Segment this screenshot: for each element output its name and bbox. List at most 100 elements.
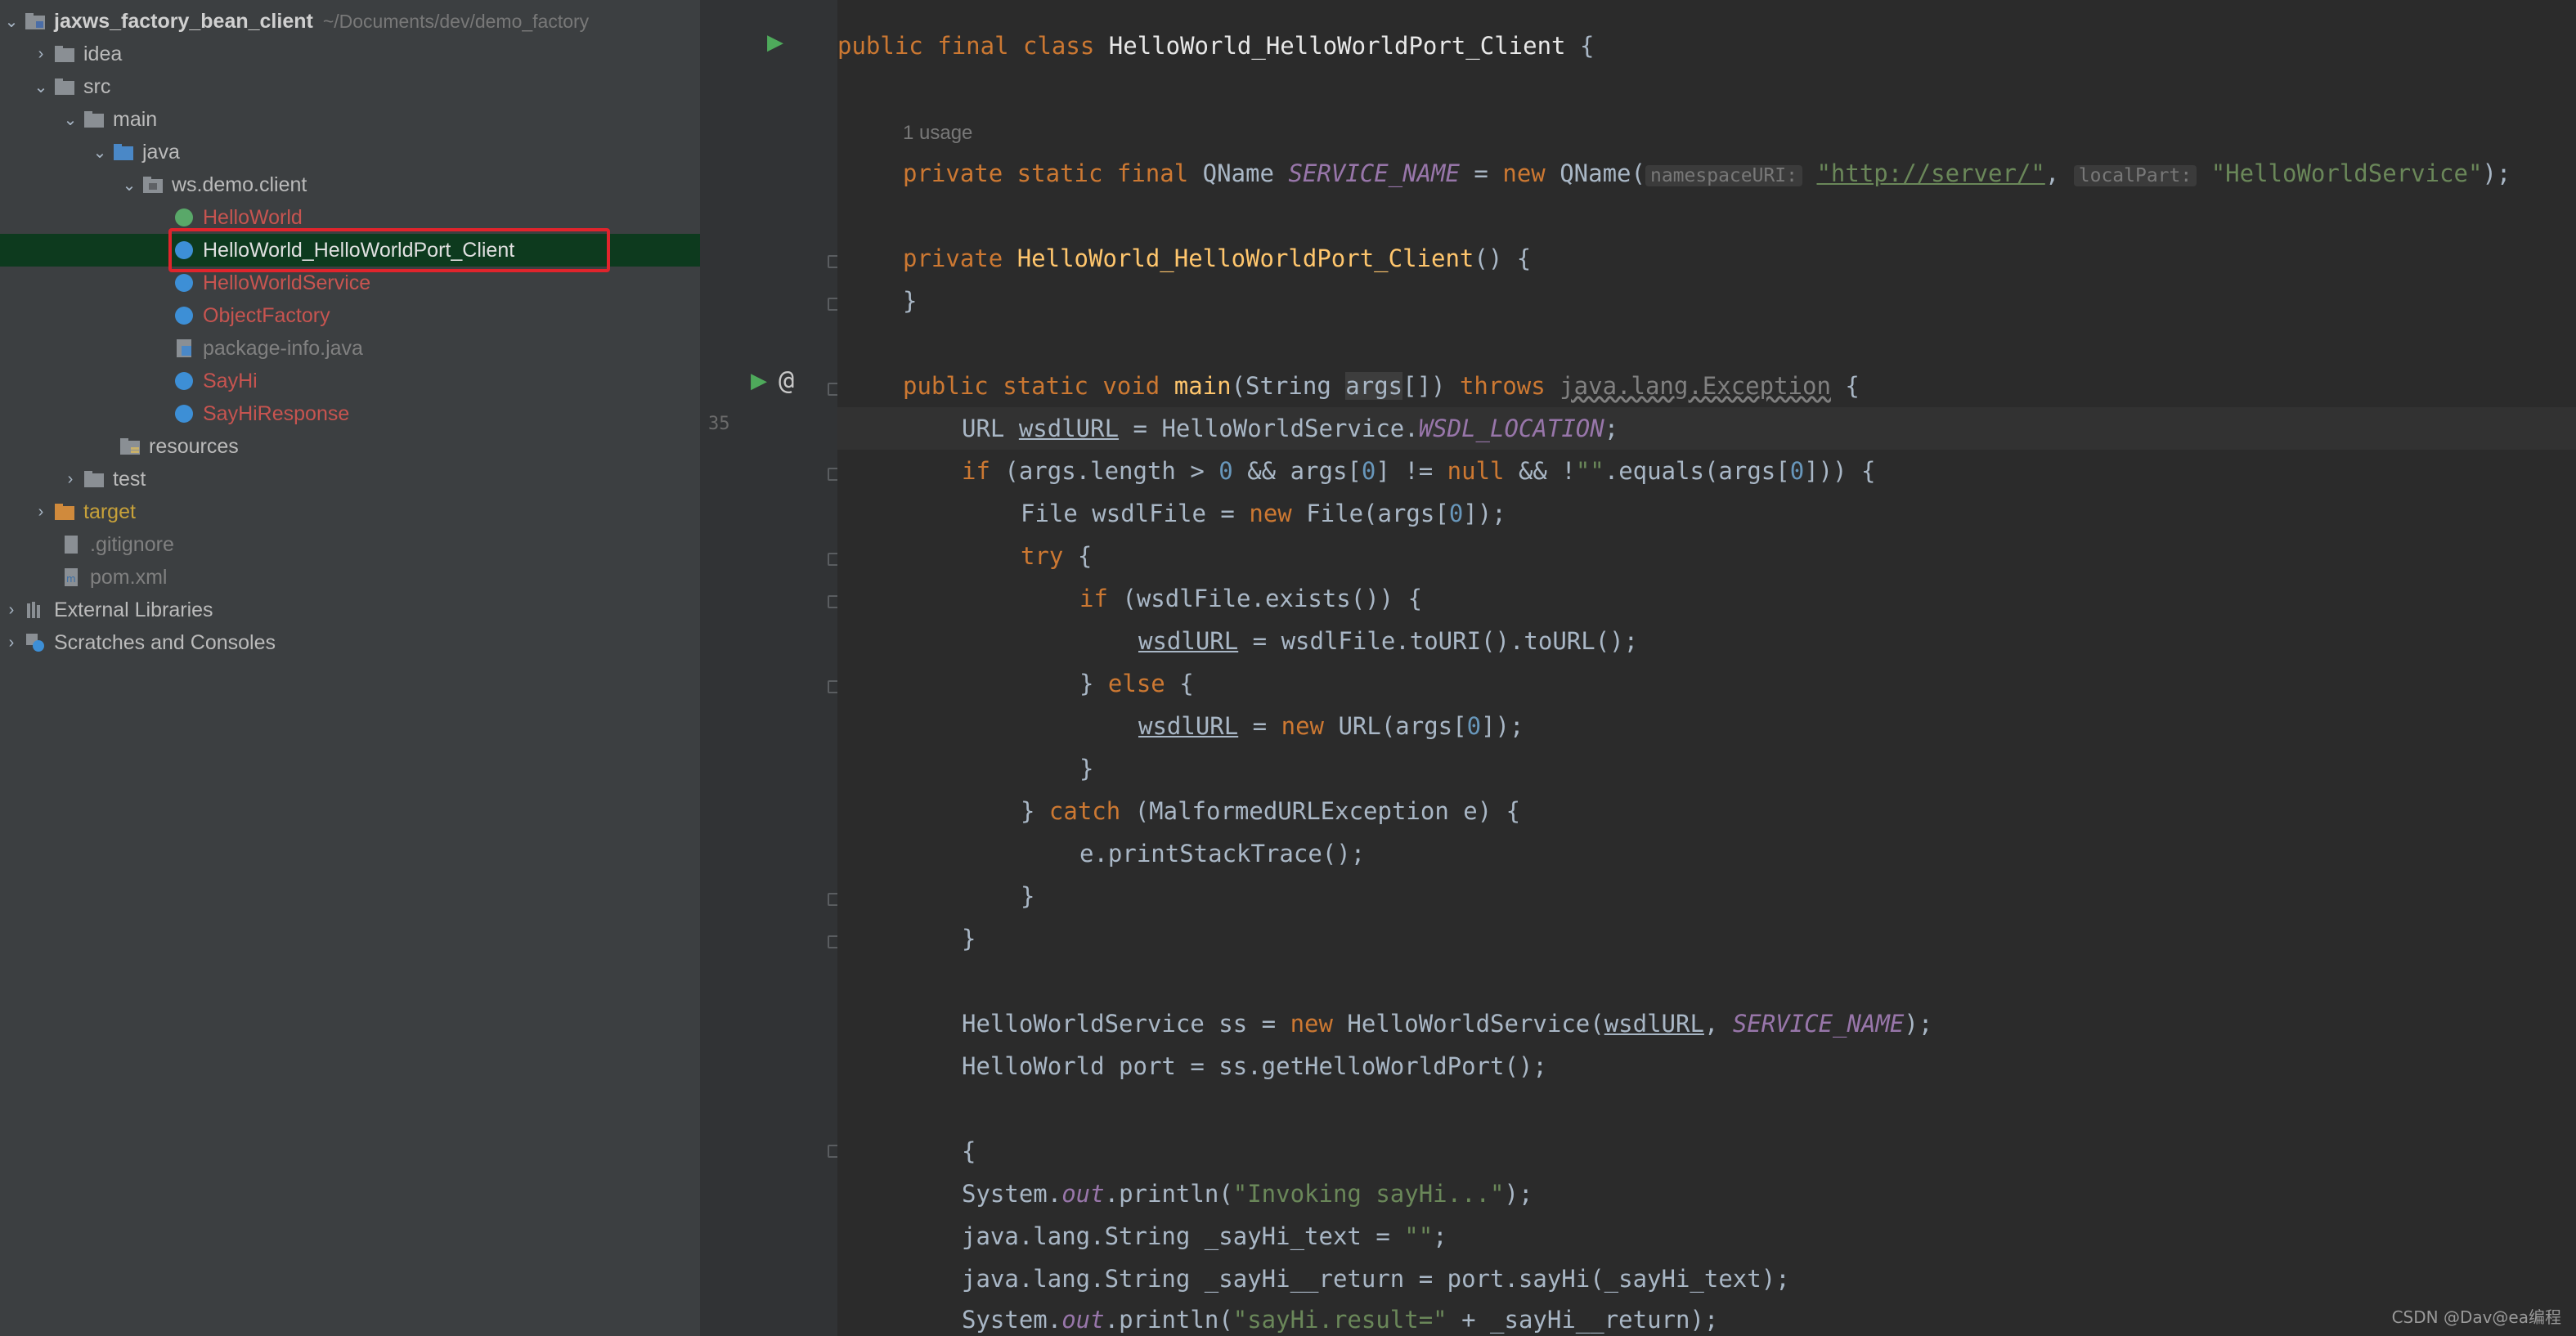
tree-root[interactable]: ⌄ jaxws_factory_bean_client ~/Documents/… (0, 5, 700, 38)
tree-item-label: resources (149, 434, 239, 458)
chevron-right-icon[interactable]: › (29, 503, 52, 522)
method-name: HelloWorld_HelloWorldPort_Client (1016, 244, 1474, 272)
variable: wsdlURL (1018, 415, 1120, 442)
static-field: out (1061, 1306, 1105, 1334)
implementation-marker-icon[interactable]: @ (779, 365, 794, 396)
tree-item-sayhiresponse[interactable]: SayHiResponse (0, 397, 700, 430)
tree-item-helloworld[interactable]: HelloWorld (0, 201, 700, 234)
tree-item-label: HelloWorld (203, 205, 303, 229)
chevron-down-icon[interactable]: ⌄ (59, 110, 82, 130)
resources-folder-icon (118, 434, 142, 459)
keyword: new (1249, 500, 1292, 527)
tree-item-label: pom.xml (90, 565, 168, 589)
code-token: File(args[ (1291, 500, 1449, 527)
code-token: java.lang.String _sayHi__return = port.s… (962, 1265, 1790, 1293)
chevron-right-icon[interactable]: › (0, 634, 23, 652)
class-icon (172, 369, 196, 393)
chevron-right-icon[interactable]: › (29, 45, 52, 64)
code-token: ); (1904, 1010, 1933, 1038)
code-line-close2: } (1021, 875, 2576, 917)
tree-item-test[interactable]: › test (0, 463, 700, 495)
code-token: + _sayHi__return); (1447, 1306, 1719, 1334)
string-literal: "HelloWorldService" (2210, 159, 2483, 187)
constant: SERVICE_NAME (1732, 1010, 1905, 1038)
run-class-icon[interactable]: ▶ (767, 29, 783, 55)
keyword: if (1079, 585, 1108, 612)
code-token: java.lang.String _sayHi_text = (962, 1222, 1405, 1250)
tree-item-src[interactable]: ⌄ src (0, 70, 700, 103)
variable: wsdlURL (1138, 627, 1239, 655)
number: 0 (1466, 712, 1482, 740)
code-line-field: private static final QName SERVICE_NAME … (903, 152, 2576, 195)
number: 0 (1789, 457, 1805, 485)
folder-icon (82, 107, 106, 132)
tree-item-main[interactable]: ⌄ main (0, 103, 700, 136)
tree-item-target[interactable]: › target (0, 495, 700, 528)
code-token: ; (1604, 415, 1619, 442)
code-token: java.lang.Exception (1560, 372, 1831, 400)
chevron-right-icon[interactable]: › (0, 601, 23, 620)
library-icon (23, 598, 47, 622)
tree-item-label: src (83, 74, 111, 98)
code-line-close1: } (1079, 747, 2576, 790)
keyword: else (1107, 670, 1165, 697)
tree-item-packageinfo[interactable]: package-info.java (0, 332, 700, 365)
tree-item-sayhi[interactable]: SayHi (0, 365, 700, 397)
string-literal: "Invoking sayHi..." (1232, 1180, 1505, 1208)
excluded-folder-icon (52, 500, 77, 524)
tree-item-resources[interactable]: resources (0, 430, 700, 463)
code-line-else: } else { (1079, 662, 2576, 705)
tree-item-client-selected[interactable]: HelloWorld_HelloWorldPort_Client (0, 234, 700, 267)
string-literal: "sayHi.result=" (1232, 1306, 1447, 1334)
tree-item-label: SayHiResponse (203, 401, 350, 425)
keyword: private static final (903, 159, 1189, 187)
project-tool-window: ⌄ jaxws_factory_bean_client ~/Documents/… (0, 0, 700, 1336)
method-name: main (1174, 372, 1232, 400)
code-token: } (903, 287, 918, 315)
tree-item-package[interactable]: ⌄ ws.demo.client (0, 168, 700, 201)
code-token: ); (1504, 1180, 1533, 1208)
run-main-icon[interactable]: ▶ (751, 368, 767, 393)
watermark: CSDN @Dav@ea编程 (2391, 1307, 2561, 1327)
tree-root-label: jaxws_factory_bean_client (54, 9, 313, 33)
code-token: ; (1433, 1222, 1447, 1250)
tree-item-java[interactable]: ⌄ java (0, 136, 700, 168)
chevron-down-icon[interactable]: ⌄ (118, 175, 141, 195)
keyword: catch (1048, 797, 1121, 825)
code-token: HelloWorldService ss = (962, 1010, 1290, 1038)
usage-hint[interactable]: 1 usage (903, 110, 2576, 152)
code-token: QName( (1560, 159, 1645, 187)
code-token: File wsdlFile = (1021, 500, 1250, 527)
folder-icon (52, 74, 77, 99)
tree-item-label: HelloWorld_HelloWorldPort_Client (203, 238, 515, 262)
tree-item-label: idea (83, 42, 123, 65)
tree-item-external-libraries[interactable]: › External Libraries (0, 594, 700, 626)
tree-item-label: HelloWorldService (203, 271, 371, 294)
code-token: .println( (1104, 1180, 1233, 1208)
keyword: new (1290, 1010, 1333, 1038)
chevron-down-icon[interactable]: ⌄ (88, 142, 111, 163)
tree-item-gitignore[interactable]: .gitignore (0, 528, 700, 561)
code-editor[interactable]: public final class HelloWorld_HelloWorld… (837, 0, 2576, 1336)
code-line-if: if (args.length > 0 && args[0] != null &… (962, 450, 2576, 492)
class-icon (172, 238, 196, 262)
tree-item-label: target (83, 500, 136, 523)
tree-item-idea[interactable]: › idea (0, 38, 700, 70)
code-token: URL(args[ (1324, 712, 1467, 740)
tree-item-objectfactory[interactable]: ObjectFactory (0, 299, 700, 332)
keyword: public static void (903, 372, 1160, 400)
tree-item-label: main (113, 107, 158, 131)
maven-file-icon: m (59, 565, 83, 590)
tree-item-service[interactable]: HelloWorldService (0, 267, 700, 299)
chevron-right-icon[interactable]: › (59, 470, 82, 489)
code-line-file: File wsdlFile = new File(args[0]); (1021, 492, 2576, 535)
code-token: (args.length > (990, 457, 1219, 485)
chevron-down-icon[interactable]: ⌄ (0, 11, 23, 32)
tree-item-pom[interactable]: m pom.xml (0, 561, 700, 594)
constant: SERVICE_NAME (1288, 159, 1460, 187)
chevron-down-icon[interactable]: ⌄ (29, 77, 52, 97)
tree-item-scratches[interactable]: › Scratches and Consoles (0, 626, 700, 659)
number: 0 (1218, 457, 1233, 485)
constant: WSDL_LOCATION (1418, 415, 1604, 442)
code-line-class-decl: public final class HelloWorld_HelloWorld… (837, 25, 2576, 67)
